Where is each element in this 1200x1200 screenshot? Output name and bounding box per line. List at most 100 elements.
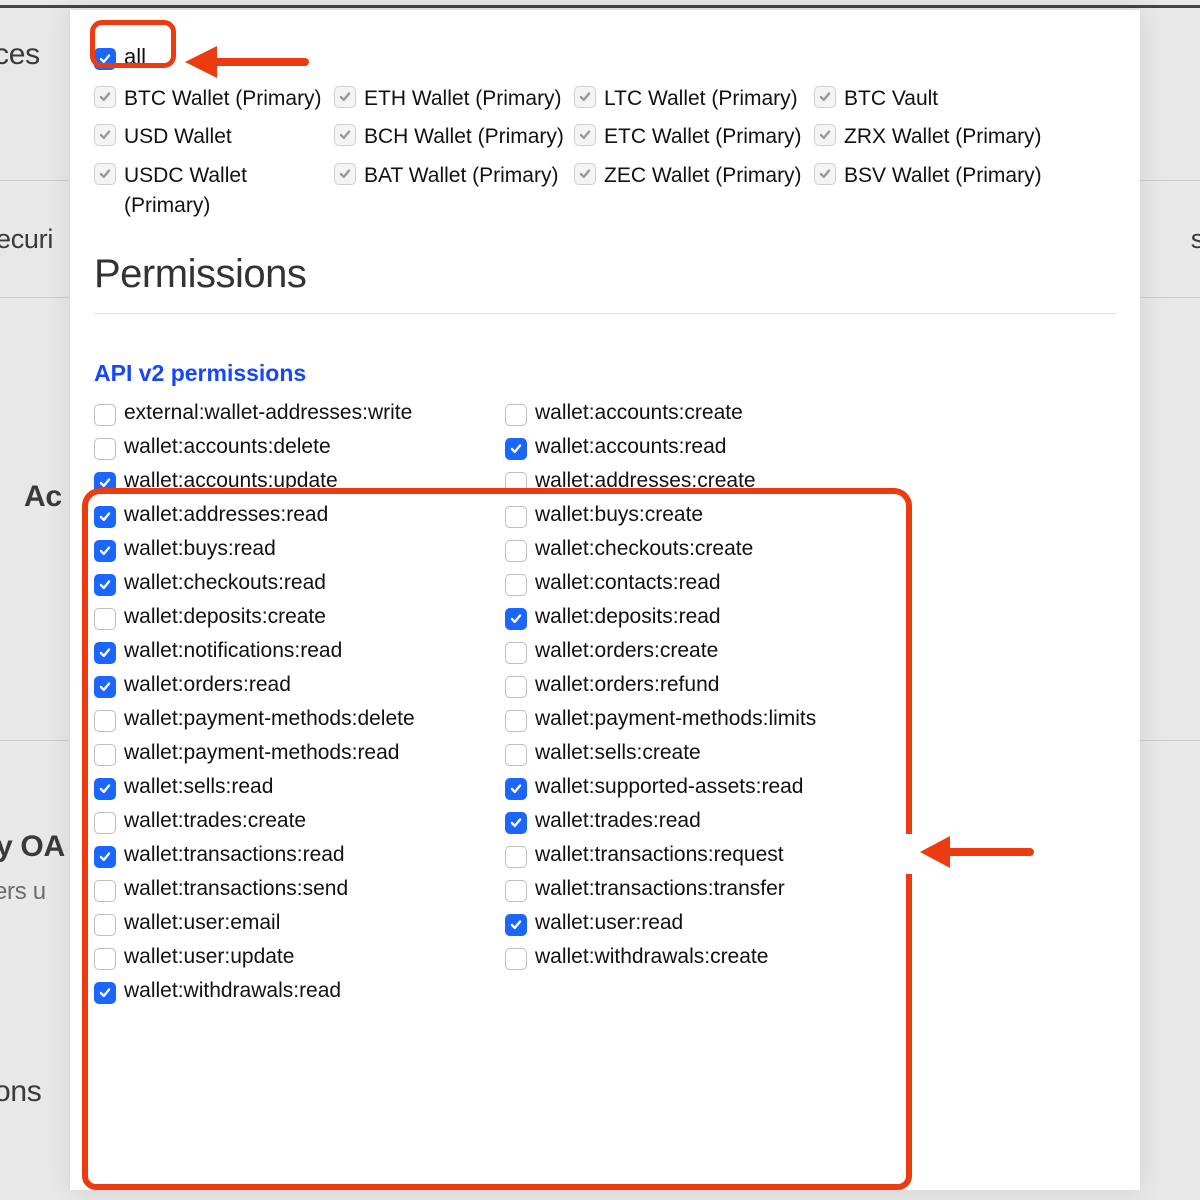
checkbox-icon[interactable] [94,880,116,902]
checkbox-icon[interactable] [814,86,836,108]
permission-item[interactable]: wallet:orders:read [94,673,493,697]
permission-item[interactable]: wallet:addresses:read [94,503,493,527]
permissions-grid: external:wallet-addresses:write wallet:a… [94,401,904,1003]
checkbox-icon[interactable] [94,404,116,426]
permission-item[interactable]: wallet:accounts:update [94,469,493,493]
checkbox-icon[interactable] [94,86,116,108]
checkbox-icon[interactable] [505,880,527,902]
checkbox-icon[interactable] [505,846,527,868]
permission-item[interactable]: wallet:buys:read [94,537,493,561]
account-item[interactable]: LTC Wallet (Primary) [574,84,814,114]
permission-item[interactable]: wallet:deposits:read [505,605,904,629]
checkbox-icon[interactable] [94,914,116,936]
permission-item[interactable]: external:wallet-addresses:write [94,401,493,425]
checkbox-icon[interactable] [505,744,527,766]
account-item[interactable]: BAT Wallet (Primary) [334,161,574,222]
permission-item[interactable]: wallet:transactions:read [94,843,493,867]
account-all-row[interactable]: all [94,38,1116,76]
account-item[interactable]: USD Wallet [94,122,334,152]
permission-item[interactable]: wallet:accounts:delete [94,435,493,459]
checkbox-icon[interactable] [94,540,116,562]
checkbox-icon[interactable] [505,812,527,834]
permission-item[interactable]: wallet:addresses:create [505,469,904,493]
checkbox-icon[interactable] [94,608,116,630]
checkbox-icon[interactable] [505,914,527,936]
checkbox-icon[interactable] [94,676,116,698]
permission-item[interactable]: wallet:trades:create [94,809,493,833]
permission-item[interactable]: wallet:orders:refund [505,673,904,697]
checkbox-icon[interactable] [505,948,527,970]
checkbox-icon[interactable] [334,163,356,185]
permission-item[interactable]: wallet:payment-methods:delete [94,707,493,731]
checkbox-icon[interactable] [94,778,116,800]
permission-item[interactable]: wallet:user:update [94,945,493,969]
permission-item[interactable]: wallet:sells:read [94,775,493,799]
checkbox-icon[interactable] [505,608,527,630]
permission-item[interactable]: wallet:sells:create [505,741,904,765]
checkbox-icon[interactable] [505,438,527,460]
checkbox-icon[interactable] [574,163,596,185]
checkbox-icon[interactable] [94,744,116,766]
permission-item[interactable]: wallet:deposits:create [94,605,493,629]
account-item[interactable]: BTC Vault [814,84,1054,114]
account-item[interactable]: BTC Wallet (Primary) [94,84,334,114]
account-item[interactable]: BSV Wallet (Primary) [814,161,1054,222]
checkbox-icon[interactable] [94,506,116,528]
permission-item[interactable]: wallet:trades:read [505,809,904,833]
permission-item[interactable]: wallet:transactions:transfer [505,877,904,901]
permission-item[interactable]: wallet:buys:create [505,503,904,527]
permission-item[interactable]: wallet:accounts:create [505,401,904,425]
permission-item[interactable]: wallet:supported-assets:read [505,775,904,799]
checkbox-icon[interactable] [505,506,527,528]
checkbox-icon[interactable] [814,163,836,185]
account-item[interactable]: BCH Wallet (Primary) [334,122,574,152]
checkbox-icon[interactable] [94,948,116,970]
account-item[interactable]: USDC Wallet (Primary) [94,161,334,222]
checkbox-icon[interactable] [505,710,527,732]
checkbox-icon[interactable] [814,124,836,146]
checkbox-icon[interactable] [505,472,527,494]
checkbox-icon[interactable] [505,404,527,426]
checkbox-icon[interactable] [94,438,116,460]
checkbox-icon[interactable] [94,846,116,868]
checkbox-icon[interactable] [94,812,116,834]
permission-item[interactable]: wallet:user:read [505,911,904,935]
permission-item[interactable]: wallet:withdrawals:create [505,945,904,969]
permission-item[interactable]: wallet:checkouts:read [94,571,493,595]
bg-text-securi: ecuri [0,224,53,255]
checkbox-icon[interactable] [94,982,116,1004]
checkbox-icon[interactable] [574,86,596,108]
checkbox-icon[interactable] [94,574,116,596]
permission-item[interactable]: wallet:transactions:send [94,877,493,901]
permission-item[interactable]: wallet:notifications:read [94,639,493,663]
permission-item[interactable]: wallet:checkouts:create [505,537,904,561]
checkbox-icon[interactable] [334,86,356,108]
permission-item-label: wallet:deposits:read [535,605,721,629]
account-item[interactable]: ETC Wallet (Primary) [574,122,814,152]
permission-item[interactable]: wallet:transactions:request [505,843,904,867]
checkbox-icon[interactable] [505,540,527,562]
checkbox-icon[interactable] [94,710,116,732]
checkbox-all[interactable] [94,48,116,70]
checkbox-icon[interactable] [94,124,116,146]
checkbox-icon[interactable] [574,124,596,146]
permission-item[interactable]: wallet:orders:create [505,639,904,663]
checkbox-icon[interactable] [94,163,116,185]
checkbox-icon[interactable] [94,472,116,494]
account-item[interactable]: ETH Wallet (Primary) [334,84,574,114]
permission-item[interactable]: wallet:contacts:read [505,571,904,595]
permission-item[interactable]: wallet:user:email [94,911,493,935]
account-item-label: BTC Wallet (Primary) [124,84,322,114]
checkbox-icon[interactable] [505,642,527,664]
checkbox-icon[interactable] [505,676,527,698]
checkbox-icon[interactable] [505,778,527,800]
permission-item[interactable]: wallet:accounts:read [505,435,904,459]
checkbox-icon[interactable] [94,642,116,664]
permission-item[interactable]: wallet:payment-methods:limits [505,707,904,731]
permission-item[interactable]: wallet:payment-methods:read [94,741,493,765]
account-item[interactable]: ZRX Wallet (Primary) [814,122,1054,152]
checkbox-icon[interactable] [505,574,527,596]
checkbox-icon[interactable] [334,124,356,146]
account-item[interactable]: ZEC Wallet (Primary) [574,161,814,222]
permission-item[interactable]: wallet:withdrawals:read [94,979,493,1003]
